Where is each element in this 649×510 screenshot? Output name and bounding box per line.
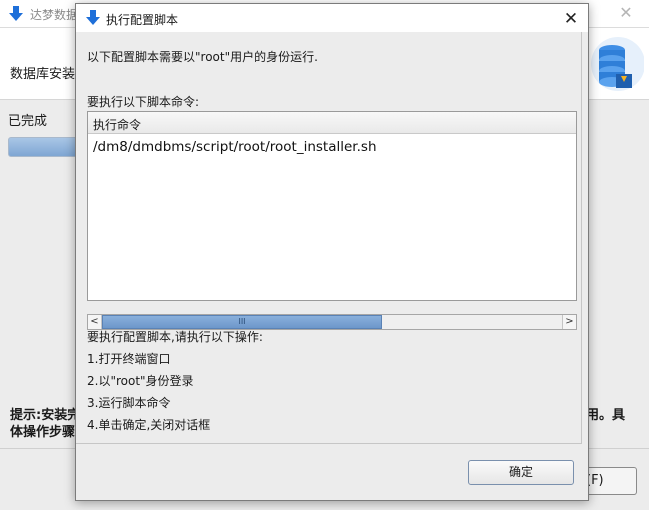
scroll-thumb[interactable]: III — [102, 315, 382, 329]
close-icon[interactable]: ✕ — [560, 8, 582, 30]
table-row[interactable]: /dm8/dmdbms/script/root/root_installer.s… — [93, 139, 377, 155]
instruction-step: 3.运行脚本命令 — [87, 396, 171, 410]
command-list-label: 要执行以下脚本命令: — [87, 95, 200, 109]
instruction-step: 2.以"root"身份登录 — [87, 374, 194, 388]
instruction-step: 4.单击确定,关闭对话框 — [87, 418, 211, 432]
config-script-dialog: 执行配置脚本 ✕ 以下配置脚本需要以"root"用户的身份运行. 要执行以下脚本… — [75, 3, 589, 501]
dialog-body: 以下配置脚本需要以"root"用户的身份运行. 要执行以下脚本命令: 执行命令 … — [76, 32, 582, 444]
install-status-label: 已完成 — [8, 114, 48, 129]
background-window-title: 达梦数据 — [30, 8, 79, 22]
ok-button[interactable]: 确定 — [468, 460, 574, 485]
command-table-header[interactable]: 执行命令 — [88, 112, 576, 134]
command-table[interactable]: 执行命令 /dm8/dmdbms/script/root/root_instal… — [87, 111, 577, 301]
instruction-step: 1.打开终端窗口 — [87, 352, 171, 366]
install-progress-bar — [8, 137, 78, 157]
scroll-right-arrow-icon[interactable]: > — [562, 315, 576, 329]
root-requirement-message: 以下配置脚本需要以"root"用户的身份运行. — [87, 50, 318, 64]
command-column-header: 执行命令 — [93, 118, 142, 132]
dialog-title-bar: 执行配置脚本 ✕ — [76, 4, 588, 32]
download-arrow-icon — [9, 6, 23, 21]
background-close-icon[interactable]: ✕ — [617, 4, 635, 22]
database-server-logo — [591, 37, 644, 91]
download-arrow-icon — [86, 10, 100, 25]
dialog-title: 执行配置脚本 — [106, 13, 179, 27]
instructions-title: 要执行配置脚本,请执行以下操作: — [87, 330, 263, 344]
background-hint-right: 用。具 — [586, 408, 626, 423]
background-step-title: 数据库安装 — [10, 67, 76, 82]
background-hint-line-2: 体操作步骤 — [10, 425, 76, 440]
scroll-left-arrow-icon[interactable]: < — [88, 315, 102, 329]
